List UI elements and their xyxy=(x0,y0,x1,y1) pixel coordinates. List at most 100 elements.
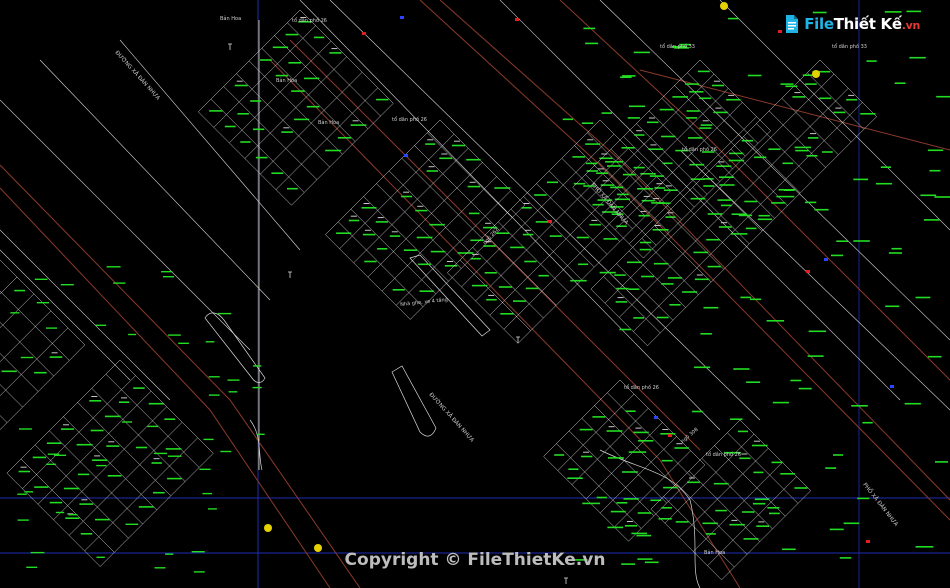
parcel-code xyxy=(846,98,858,101)
parcel-line xyxy=(0,344,86,431)
parcel-code xyxy=(585,42,599,45)
parcel-code xyxy=(581,455,593,458)
parcel-code xyxy=(364,260,377,263)
parcel-code xyxy=(68,514,78,516)
parcel-code xyxy=(510,246,525,249)
parcel-code xyxy=(217,312,232,315)
parcel-number xyxy=(636,130,643,132)
parcel-code xyxy=(60,284,74,286)
parcel-code xyxy=(419,290,434,292)
parcel-code xyxy=(418,263,431,266)
map-viewport[interactable]: ĐƯỜNG XÃ ĐÀN NHỰA ĐƯỜNG XÃ ĐÀN NHỰA PHỐ … xyxy=(0,0,950,588)
parcel-code xyxy=(862,421,873,424)
parcel-code xyxy=(674,447,689,449)
parcel-number xyxy=(720,222,727,224)
parcel-code xyxy=(466,158,481,161)
parcel-code xyxy=(168,334,181,336)
parcel-code xyxy=(592,203,604,206)
parcel-code xyxy=(106,266,121,268)
parcel-code xyxy=(271,172,284,174)
parcel-code xyxy=(853,178,869,181)
parcel-code xyxy=(534,194,547,196)
parcel-code xyxy=(805,201,817,204)
parcel-code xyxy=(470,257,481,260)
parcel-code xyxy=(706,238,720,241)
parcel-code xyxy=(768,148,781,150)
group-label-26-b: tổ dân phố 26 xyxy=(392,117,427,123)
parcel-code xyxy=(663,486,678,489)
parcel-code xyxy=(153,491,165,494)
parcel-code xyxy=(452,144,465,147)
parcel-code xyxy=(32,456,46,459)
parcel-code xyxy=(401,195,413,198)
parcel-code xyxy=(10,312,20,314)
parcel-code xyxy=(778,189,796,191)
parcel-code xyxy=(720,204,732,207)
parcel-code xyxy=(24,491,33,493)
parcel-code xyxy=(700,333,712,335)
parcel-number xyxy=(377,217,384,219)
parcel-code xyxy=(610,510,626,513)
parcel-code xyxy=(688,137,703,139)
road-edge xyxy=(719,0,950,231)
parcel-code xyxy=(672,96,689,98)
cad-drawing xyxy=(0,0,950,588)
parcel-code xyxy=(935,461,948,463)
parcel-code xyxy=(699,97,712,100)
road-boundary xyxy=(0,187,331,588)
parcel-number xyxy=(488,294,495,296)
parcel-number xyxy=(391,231,398,233)
parcel-line xyxy=(396,190,511,306)
parcel-code xyxy=(240,141,251,143)
parcel-code xyxy=(633,431,649,434)
parcel-number xyxy=(441,153,448,155)
parcel-number xyxy=(650,144,657,146)
parcel-code xyxy=(693,251,709,254)
parcel-number xyxy=(662,429,669,430)
ban-hoa-label-1: Bản Hoa xyxy=(220,16,242,22)
map-marker xyxy=(654,416,658,419)
parcel-code xyxy=(403,249,417,251)
parcel-code xyxy=(549,235,562,237)
map-marker xyxy=(400,16,404,19)
parcel-code xyxy=(425,143,436,145)
parcel-code xyxy=(703,178,714,180)
parcel-number xyxy=(283,127,290,129)
parcel-number xyxy=(598,168,605,170)
parcel-code xyxy=(661,507,672,509)
parcel-line xyxy=(739,419,811,491)
map-marker xyxy=(778,30,782,33)
parcel-code xyxy=(915,546,934,548)
parcel-code xyxy=(439,157,453,160)
parcel-number xyxy=(428,166,435,168)
parcel-code xyxy=(607,526,624,529)
parcel-code xyxy=(707,265,721,268)
parcel-code xyxy=(689,91,704,93)
parcel-code xyxy=(547,181,558,184)
parcel-code xyxy=(582,502,600,505)
parcel-number xyxy=(702,120,709,122)
shoreline xyxy=(249,419,263,471)
parcel-code xyxy=(498,286,513,288)
parcel-code xyxy=(568,468,579,470)
parcel-code xyxy=(829,528,844,531)
brand-logo[interactable]: FileThiết Kế.vn xyxy=(784,14,920,34)
parcel-code xyxy=(767,507,780,509)
parcel-code xyxy=(616,193,629,196)
parcel-number xyxy=(689,477,695,479)
parcel-code xyxy=(361,207,377,209)
parcel-code xyxy=(336,232,352,234)
parcel-number xyxy=(626,521,633,522)
parcel-code xyxy=(713,111,728,114)
parcel-code xyxy=(920,194,936,197)
parcel-code xyxy=(733,368,750,370)
parcel-number xyxy=(63,424,69,426)
parcel-number xyxy=(417,205,424,207)
parcel-code xyxy=(888,252,902,254)
parcel-code xyxy=(639,248,651,251)
parcel-code xyxy=(389,235,401,237)
parcel-number xyxy=(591,219,598,221)
parcel-code xyxy=(350,124,367,126)
parcel-code xyxy=(255,156,268,159)
road-edge xyxy=(329,0,761,421)
